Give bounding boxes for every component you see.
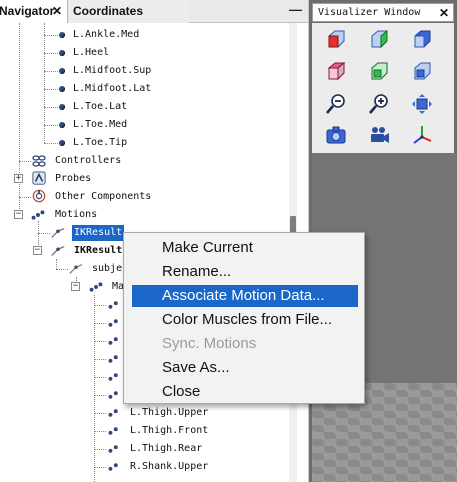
tree-item-controllers[interactable]: Controllers (0, 152, 296, 170)
context-menu: Make Current Rename... Associate Motion … (123, 232, 365, 404)
marker-icon (108, 445, 118, 453)
tab-coordinates[interactable]: Coordinates (69, 0, 189, 23)
back-view-icon[interactable] (411, 28, 433, 50)
marker-label: L.Thigh.Rear (130, 443, 203, 454)
menu-item-rename[interactable]: Rename... (132, 261, 358, 283)
marker-icon (108, 373, 118, 381)
marker-icon (108, 301, 118, 309)
model-icon (69, 263, 83, 274)
tree-item-probes[interactable]: + Probes (0, 170, 296, 188)
marker-label: L.Heel (73, 47, 110, 58)
list-item[interactable]: L.Thigh.Front (0, 422, 296, 440)
tab-visualizer-label: Visualizer Window (318, 7, 421, 18)
axes-icon[interactable] (411, 124, 433, 146)
list-item[interactable]: L.Thigh.Rear (0, 440, 296, 458)
list-item[interactable]: L.Toe.Lat (0, 98, 296, 116)
menu-item-color-muscles[interactable]: Color Muscles from File... (132, 309, 358, 331)
marker-icon (59, 122, 65, 128)
components-icon (32, 189, 46, 203)
list-item[interactable]: L.Toe.Tip (0, 134, 296, 152)
top-view-icon[interactable] (325, 60, 347, 82)
record-movie-icon[interactable] (368, 124, 390, 146)
right-view-icon[interactable] (411, 60, 433, 82)
marker-label: L.Thigh.Upper (130, 407, 209, 418)
motion-icon (51, 245, 65, 256)
marker-label: R.Shank.Upper (130, 461, 209, 472)
list-item[interactable]: L.Heel (0, 44, 296, 62)
marker-label: L.Toe.Lat (73, 101, 128, 112)
marker-icon (59, 86, 65, 92)
list-item[interactable]: L.Toe.Med (0, 116, 296, 134)
menu-item-save-as[interactable]: Save As... (132, 357, 358, 379)
list-item[interactable]: L.Midfoot.Lat (0, 80, 296, 98)
tree-label: Motions (55, 209, 98, 220)
marker-label: L.Midfoot.Lat (73, 83, 152, 94)
front-view-icon[interactable] (325, 28, 347, 50)
zoom-out-icon[interactable] (325, 93, 347, 115)
motions-icon (31, 210, 45, 220)
marker-icon (59, 140, 65, 146)
tree-label: Probes (55, 173, 92, 184)
markers-icon (89, 282, 103, 292)
list-item[interactable]: L.Midfoot.Sup (0, 62, 296, 80)
marker-icon (108, 319, 118, 327)
marker-icon (108, 391, 118, 399)
tree-item-other-components[interactable]: Other Components (0, 188, 296, 206)
visualizer-toolbar (312, 23, 454, 153)
list-item[interactable]: L.Ankle.Med (0, 26, 296, 44)
close-icon[interactable]: ✕ (439, 4, 449, 22)
menu-item-close[interactable]: Close (132, 381, 358, 403)
marker-icon (59, 50, 65, 56)
menu-item-sync-motions: Sync. Motions (162, 335, 257, 352)
list-item[interactable]: R.Shank.Upper (0, 458, 296, 476)
motion-icon (51, 227, 65, 238)
controllers-icon (32, 155, 46, 167)
tree-label: IKResult (72, 225, 125, 241)
marker-icon (108, 427, 118, 435)
collapse-icon[interactable]: − (71, 282, 80, 291)
expand-icon[interactable]: + (14, 174, 23, 183)
marker-icon (59, 104, 65, 110)
marker-label: L.Toe.Tip (73, 137, 128, 148)
tree-item-motions[interactable]: − Motions (0, 206, 296, 224)
tree-label: subje (92, 263, 123, 274)
marker-label: L.Ankle.Med (73, 29, 140, 40)
close-icon[interactable]: ✕ (52, 0, 62, 23)
tree-label: IKResult (74, 245, 123, 256)
marker-icon (59, 68, 65, 74)
minimize-button[interactable]: — (289, 3, 302, 17)
marker-icon (108, 409, 118, 417)
marker-icon (59, 32, 65, 38)
marker-label: L.Midfoot.Sup (73, 65, 152, 76)
collapse-icon[interactable]: − (33, 246, 42, 255)
collapse-icon[interactable]: − (14, 210, 23, 219)
bottom-view-icon[interactable] (368, 60, 390, 82)
snapshot-icon[interactable] (325, 124, 347, 146)
marker-label: L.Thigh.Front (130, 425, 209, 436)
tree-label: Controllers (55, 155, 122, 166)
marker-icon (108, 355, 118, 363)
probe-icon (32, 171, 46, 185)
tab-navigator-label: Navigator (0, 4, 55, 18)
marker-label: L.Toe.Med (73, 119, 128, 130)
marker-icon (108, 337, 118, 345)
menu-item-associate-motion-data[interactable]: Associate Motion Data... (132, 285, 358, 307)
navigator-tabbar: Navigator ✕ Coordinates — (0, 0, 308, 23)
menu-item-make-current[interactable]: Make Current (132, 237, 358, 259)
fit-view-icon[interactable] (411, 93, 433, 115)
side-view-icon[interactable] (368, 28, 390, 50)
tab-visualizer-window[interactable]: Visualizer Window ✕ (312, 3, 454, 22)
zoom-in-icon[interactable] (368, 93, 390, 115)
tab-navigator[interactable]: Navigator ✕ (0, 0, 68, 23)
tree-label: Other Components (55, 191, 152, 202)
marker-icon (108, 463, 118, 471)
list-item[interactable]: L.Thigh.Upper (0, 404, 296, 422)
